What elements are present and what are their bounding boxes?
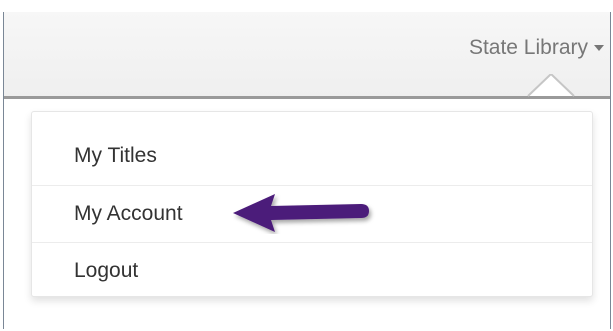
top-navbar: State Library (4, 12, 610, 99)
menu-item-my-titles[interactable]: My Titles (32, 128, 592, 184)
user-menu-label: State Library (468, 36, 588, 59)
app-frame: State Library My Titles My Account Logou… (3, 12, 611, 329)
top-strip (0, 0, 613, 12)
menu-item-label: My Account (74, 201, 183, 225)
menu-item-label: Logout (74, 258, 139, 282)
menu-item-label: My Titles (74, 144, 157, 167)
caret-down-icon (594, 45, 604, 51)
menu-item-logout[interactable]: Logout (32, 242, 592, 298)
user-menu-toggle[interactable]: State Library (469, 32, 610, 64)
menu-item-my-account[interactable]: My Account (32, 185, 592, 241)
user-dropdown-menu: My Titles My Account Logout (31, 111, 593, 297)
